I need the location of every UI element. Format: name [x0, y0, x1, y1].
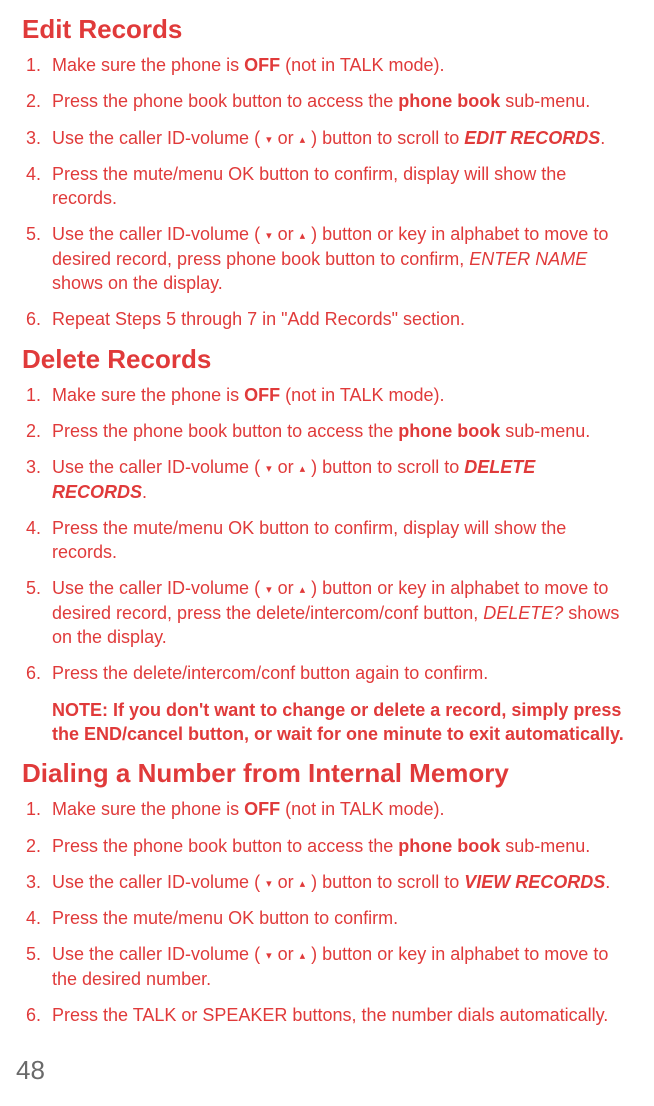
- step-item: Press the delete/intercom/conf button ag…: [52, 661, 626, 685]
- step-item: Use the caller ID-volume ( ▾ or ▴ ) butt…: [52, 942, 626, 991]
- step-item: Use the caller ID-volume ( ▾ or ▴ ) butt…: [52, 576, 626, 649]
- up-arrow-icon: ▴: [299, 949, 307, 964]
- step-item: Press the phone book button to access th…: [52, 89, 626, 113]
- down-arrow-icon: ▾: [265, 229, 273, 244]
- step-item: Use the caller ID-volume ( ▾ or ▴ ) butt…: [52, 870, 626, 894]
- step-item: Make sure the phone is OFF (not in TALK …: [52, 797, 626, 821]
- step-list: Make sure the phone is OFF (not in TALK …: [22, 53, 626, 332]
- step-list: Make sure the phone is OFF (not in TALK …: [22, 797, 626, 1027]
- down-arrow-icon: ▾: [265, 133, 273, 148]
- section-title: Delete Records: [22, 344, 626, 375]
- note-text: NOTE: If you don't want to change or del…: [22, 698, 626, 747]
- down-arrow-icon: ▾: [265, 462, 273, 477]
- down-arrow-icon: ▾: [265, 583, 273, 598]
- step-item: Press the mute/menu OK button to confirm…: [52, 162, 626, 211]
- step-item: Press the TALK or SPEAKER buttons, the n…: [52, 1003, 626, 1027]
- step-item: Press the phone book button to access th…: [52, 834, 626, 858]
- down-arrow-icon: ▾: [265, 949, 273, 964]
- step-item: Repeat Steps 5 through 7 in "Add Records…: [52, 307, 626, 331]
- page-number: 48: [16, 1055, 626, 1086]
- section-title: Dialing a Number from Internal Memory: [22, 758, 626, 789]
- step-item: Press the mute/menu OK button to confirm…: [52, 906, 626, 930]
- step-item: Press the phone book button to access th…: [52, 419, 626, 443]
- step-item: Press the mute/menu OK button to confirm…: [52, 516, 626, 565]
- step-item: Use the caller ID-volume ( ▾ or ▴ ) butt…: [52, 126, 626, 150]
- manual-page: Edit Records Make sure the phone is OFF …: [0, 0, 654, 1106]
- step-list: Make sure the phone is OFF (not in TALK …: [22, 383, 626, 686]
- step-item: Make sure the phone is OFF (not in TALK …: [52, 53, 626, 77]
- step-item: Use the caller ID-volume ( ▾ or ▴ ) butt…: [52, 222, 626, 295]
- section-title: Edit Records: [22, 14, 626, 45]
- down-arrow-icon: ▾: [265, 877, 273, 892]
- step-item: Use the caller ID-volume ( ▾ or ▴ ) butt…: [52, 455, 626, 504]
- step-item: Make sure the phone is OFF (not in TALK …: [52, 383, 626, 407]
